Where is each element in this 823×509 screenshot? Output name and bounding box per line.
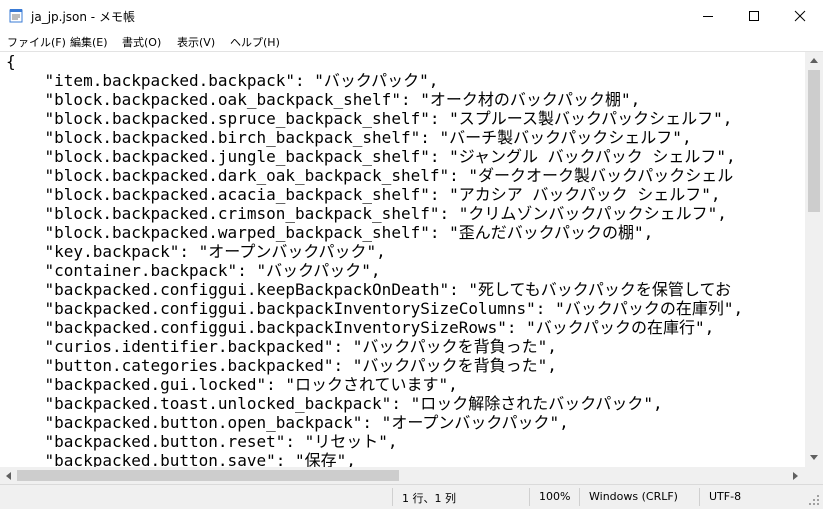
editor-line: "button.categories.backpacked": "バックパックを… — [6, 356, 557, 375]
editor-line: "block.backpacked.warped_backpack_shelf"… — [6, 223, 654, 242]
editor-line: "backpacked.configgui.keepBackpackOnDeat… — [6, 280, 731, 299]
menu-edit[interactable]: 編集(E) — [70, 34, 108, 50]
editor-line: "block.backpacked.birch_backpack_shelf":… — [6, 128, 692, 147]
status-separator — [699, 488, 700, 506]
encoding: UTF-8 — [709, 490, 742, 503]
close-icon — [794, 10, 806, 21]
maximize-button[interactable] — [731, 0, 777, 31]
maximize-icon — [749, 10, 759, 21]
editor-line: "backpacked.toast.unlocked_backpack": "ロ… — [6, 394, 663, 413]
editor-line: "backpacked.button.save": "保存", — [6, 451, 356, 467]
editor-line: "backpacked.button.open_backpack": "オープン… — [6, 413, 569, 432]
menu-format[interactable]: 書式(O) — [122, 34, 161, 50]
editor-line: "block.backpacked.jungle_backpack_shelf"… — [6, 147, 736, 166]
editor-line: "block.backpacked.spruce_backpack_shelf"… — [6, 109, 733, 128]
menu-help[interactable]: ヘルプ(H) — [230, 34, 280, 50]
editor-line: "block.backpacked.oak_backpack_shelf": "… — [6, 90, 641, 109]
scroll-left-icon[interactable] — [5, 471, 13, 481]
editor-line: "backpacked.configgui.backpackInventoryS… — [6, 318, 715, 337]
editor-line: "block.backpacked.crimson_backpack_shelf… — [6, 204, 727, 223]
status-separator — [529, 488, 530, 506]
minimize-icon — [703, 15, 713, 17]
editor-line: "curios.identifier.backpacked": "バックパックを… — [6, 337, 557, 356]
menu-bar: ファイル(F) 編集(E) 書式(O) 表示(V) ヘルプ(H) — [0, 31, 823, 51]
status-bar: 1 行、1 列 100% Windows (CRLF) UTF-8 — [0, 484, 823, 509]
editor-line: "container.backpack": "バックパック", — [6, 261, 381, 280]
horizontal-scrollbar[interactable] — [0, 467, 805, 484]
editor-line: "backpacked.button.reset": "リセット", — [6, 432, 398, 451]
vertical-scrollbar[interactable] — [805, 52, 823, 467]
editor-line: "backpacked.configgui.backpackInventoryS… — [6, 299, 744, 318]
scroll-right-icon[interactable] — [792, 471, 800, 481]
scrollbar-corner — [805, 467, 823, 484]
resize-grip-icon[interactable] — [808, 494, 820, 506]
status-separator — [579, 488, 580, 506]
window-title: ja_jp.json - メモ帳 — [31, 10, 135, 24]
close-button[interactable] — [777, 0, 823, 31]
menu-file[interactable]: ファイル(F) — [7, 34, 66, 50]
zoom-level: 100% — [539, 490, 571, 503]
editor-content: { "item.backpacked.backpack": "バックパック", … — [0, 52, 805, 467]
vertical-scroll-thumb[interactable] — [808, 70, 820, 212]
notepad-icon — [9, 9, 23, 23]
editor-line: "key.backpack": "オープンバックパック", — [6, 242, 386, 261]
line-ending: Windows (CRLF) — [589, 490, 678, 503]
menu-view[interactable]: 表示(V) — [177, 34, 215, 50]
text-editor[interactable]: { "item.backpacked.backpack": "バックパック", … — [0, 52, 805, 467]
scroll-down-icon[interactable] — [809, 454, 819, 462]
cursor-position: 1 行、1 列 — [402, 492, 456, 505]
editor-line: { — [6, 52, 16, 71]
status-separator — [392, 488, 393, 506]
editor-line: "block.backpacked.dark_oak_backpack_shel… — [6, 166, 734, 185]
title-bar: ja_jp.json - メモ帳 — [0, 0, 823, 31]
scroll-up-icon[interactable] — [809, 57, 819, 65]
editor-line: "backpacked.gui.locked": "ロックされています", — [6, 375, 458, 394]
minimize-button[interactable] — [685, 0, 731, 31]
horizontal-scroll-thumb[interactable] — [17, 470, 399, 481]
editor-line: "block.backpacked.acacia_backpack_shelf"… — [6, 185, 721, 204]
editor-line: "item.backpacked.backpack": "バックパック", — [6, 71, 439, 90]
